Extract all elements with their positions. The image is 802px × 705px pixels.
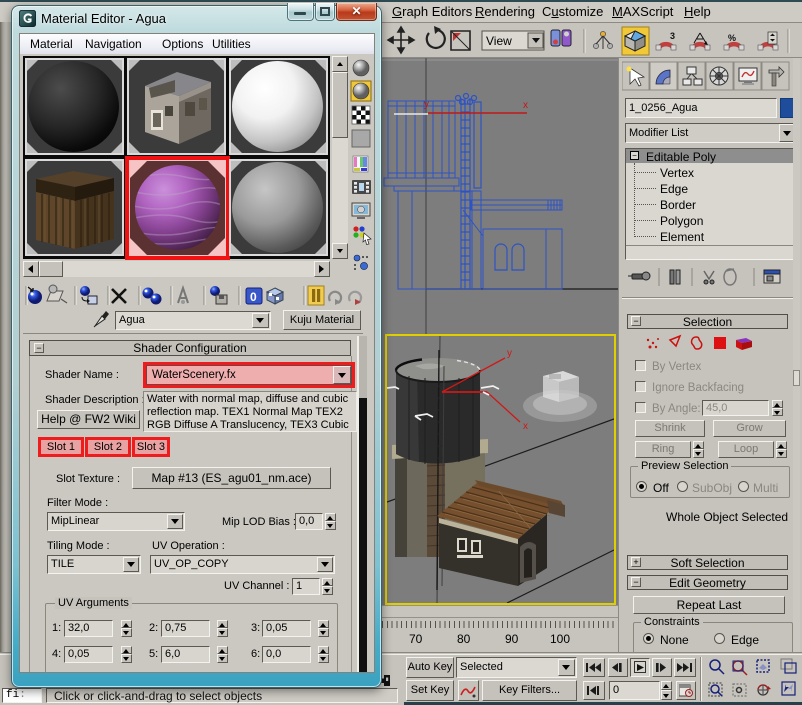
svg-text:x: x xyxy=(523,421,528,432)
svg-text:y: y xyxy=(424,99,429,110)
svg-text:y: y xyxy=(507,348,512,359)
svg-text:View: View xyxy=(486,34,512,48)
svg-text:x: x xyxy=(523,100,528,111)
svg-text:3: 3 xyxy=(670,31,675,41)
svg-text:%: % xyxy=(728,33,736,43)
svg-text:0: 0 xyxy=(250,290,257,304)
